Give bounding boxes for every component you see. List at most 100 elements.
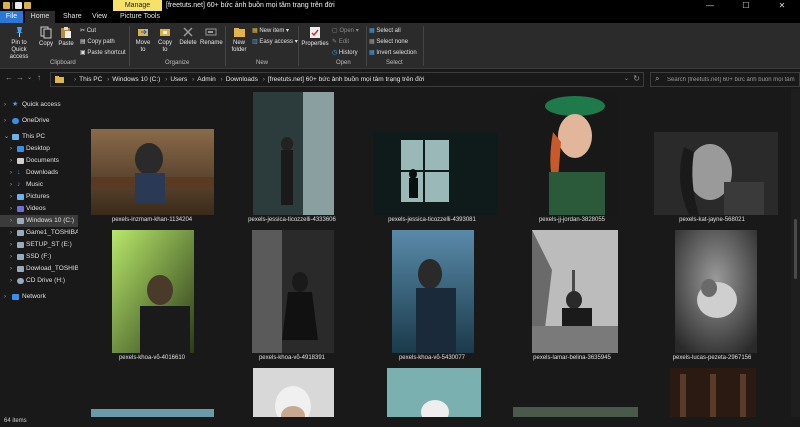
file-tile[interactable]: pexels-jj-jordan-3828055 [500,89,640,227]
recent-locations-chevron-icon[interactable]: ⌄ [27,74,32,81]
new-item-button[interactable]: ▦ New item ▾ [252,27,289,34]
nav-item-game1-toshiba[interactable]: › Game1_TOSHIBA (D:) [0,227,78,239]
select-all-button[interactable]: ▦ Select all [369,27,401,34]
nav-item-dowload-toshiba[interactable]: › Dowload_TOSHIBA [0,263,78,275]
chevron-right-icon[interactable]: › [10,215,12,227]
copy-to-button[interactable]: Copy to [156,26,174,54]
search-box[interactable]: ⌕ [650,72,800,87]
file-tile[interactable]: pexels-inzmam-khan-1134204 [80,89,220,227]
chevron-right-icon[interactable]: › [10,191,12,203]
search-input[interactable] [667,73,795,86]
tab-picture-tools[interactable]: Picture Tools [120,11,160,23]
chevron-right-icon[interactable]: › [10,263,12,275]
nav-item-ssd[interactable]: › SSD (F:) [0,251,78,263]
file-tile[interactable]: pexels-kat-jayne-568021 [640,89,780,227]
file-tile[interactable]: pexels-lucas-pezeta-2967156 [640,227,780,365]
chevron-right-icon[interactable]: › [10,251,12,263]
maximize-button[interactable]: ☐ [728,0,764,11]
file-tile[interactable] [500,365,640,417]
nav-item-setup-st[interactable]: › SETUP_ST (E:) [0,239,78,251]
chevron-right-icon[interactable]: › [4,115,6,127]
nav-label: Videos [26,205,46,212]
nav-item-music[interactable]: › ♪ Music [0,179,78,191]
chevron-right-icon[interactable]: › [10,167,12,179]
tab-file[interactable]: File [0,11,23,23]
file-tile[interactable] [80,365,220,417]
chevron-right-icon[interactable]: › [10,179,12,191]
file-tile[interactable]: pexels-jessica-ticozzelli-4333606 [220,89,360,227]
copy-path-button[interactable]: ▤ Copy path [80,38,115,45]
file-tile[interactable]: pexels-khoa-võ-4918391 [220,227,360,365]
pin-to-quick-access-button[interactable]: Pin to Quick access [2,26,36,61]
scrollbar-thumb[interactable] [794,219,797,279]
properties-button[interactable]: Properties [301,26,329,47]
tab-home[interactable]: Home [25,11,55,23]
cut-button[interactable]: ✂ Cut [80,27,96,34]
manage-tab[interactable]: Manage [113,0,162,11]
properties-icon[interactable] [15,2,22,9]
breadcrumb-admin[interactable]: Admin [197,76,215,83]
breadcrumb-users[interactable]: Users [170,76,187,83]
open-button[interactable]: ▢ Open ▾ [332,27,359,34]
history-button[interactable]: ◷ History [332,49,358,56]
address-bar[interactable]: › This PC › Windows 10 (C:) › Users › Admin … [50,72,644,87]
open-group-label: Open [336,60,351,66]
nav-item-desktop[interactable]: › Desktop [0,143,78,155]
minimize-button[interactable]: — [692,0,728,11]
new-folder-icon[interactable] [24,2,31,9]
file-tile[interactable]: pexels-khoa-võ-5430077 [360,227,500,365]
chevron-down-icon[interactable]: ⌄ [4,131,9,143]
tab-share[interactable]: Share [63,11,82,23]
file-tile[interactable] [360,365,500,417]
chevron-right-icon[interactable]: › [10,143,12,155]
breadcrumb-downloads[interactable]: Downloads [226,76,258,83]
nav-item-cd-drive[interactable]: › CD Drive (H:) [0,275,78,287]
chevron-right-icon[interactable]: › [4,291,6,303]
file-name: pexels-jj-jordan-3828055 [538,217,606,223]
breadcrumb-drive[interactable]: Windows 10 (C:) [112,76,160,83]
copy-button[interactable]: Copy [38,26,54,47]
nav-item-videos[interactable]: › Videos [0,203,78,215]
paste-shortcut-button[interactable]: ▣ Paste shortcut [80,49,126,56]
delete-button[interactable]: Delete [178,26,198,46]
edit-button[interactable]: ✎ Edit [332,38,349,45]
refresh-icon[interactable]: ↻ [633,74,640,83]
breadcrumb-this-pc[interactable]: This PC [79,76,102,83]
nav-item-pictures[interactable]: › Pictures [0,191,78,203]
file-tile[interactable]: pexels-lamar-belina-3635945 [500,227,640,365]
file-tile[interactable] [640,365,780,417]
chevron-right-icon[interactable]: › [4,99,6,111]
move-to-button[interactable]: Move to [134,26,152,54]
chevron-right-icon[interactable]: › [10,203,12,215]
nav-item-onedrive[interactable]: › OneDrive [0,115,78,127]
address-dropdown-icon[interactable]: ⌄ [624,75,629,82]
vertical-scrollbar[interactable] [791,89,800,417]
up-arrow-icon[interactable]: ↑ [37,73,41,82]
chevron-right-icon[interactable]: › [10,227,12,239]
back-arrow-icon[interactable]: ← [5,73,13,82]
file-tile[interactable]: pexels-jessica-ticozzelli-4393081 [360,89,500,227]
nav-item-quick-access[interactable]: › ★ Quick access [0,99,78,111]
easy-access-button[interactable]: ▥ Easy access ▾ [252,38,298,45]
drive-icon [17,254,24,260]
nav-item-windows-c[interactable]: › Windows 10 (C:) [0,215,78,227]
forward-arrow-icon[interactable]: → [16,73,24,82]
chevron-right-icon[interactable]: › [10,275,12,287]
file-tile[interactable]: pexels-khoa-võ-4016610 [80,227,220,365]
file-tile[interactable] [220,365,360,417]
chevron-right-icon[interactable]: › [10,155,12,167]
chevron-right-icon[interactable]: › [10,239,12,251]
paste-button[interactable]: Paste [57,26,75,47]
breadcrumb-current-folder[interactable]: [freetuts.net] 60+ bức ảnh buồn mọi tâm … [268,76,425,83]
nav-item-network[interactable]: › Network [0,291,78,303]
nav-item-downloads[interactable]: › ↓ Downloads [0,167,78,179]
nav-item-documents[interactable]: › Documents [0,155,78,167]
tab-view[interactable]: View [92,11,107,23]
nav-item-this-pc[interactable]: ⌄ This PC [0,131,78,143]
music-icon: ♪ [17,181,21,188]
rename-button[interactable]: Rename [200,26,223,46]
invert-selection-button[interactable]: ▦ Invert selection [369,49,417,56]
new-folder-button[interactable]: New folder [229,26,249,54]
select-none-button[interactable]: ▦ Select none [369,38,408,45]
close-button[interactable]: ✕ [764,0,800,11]
